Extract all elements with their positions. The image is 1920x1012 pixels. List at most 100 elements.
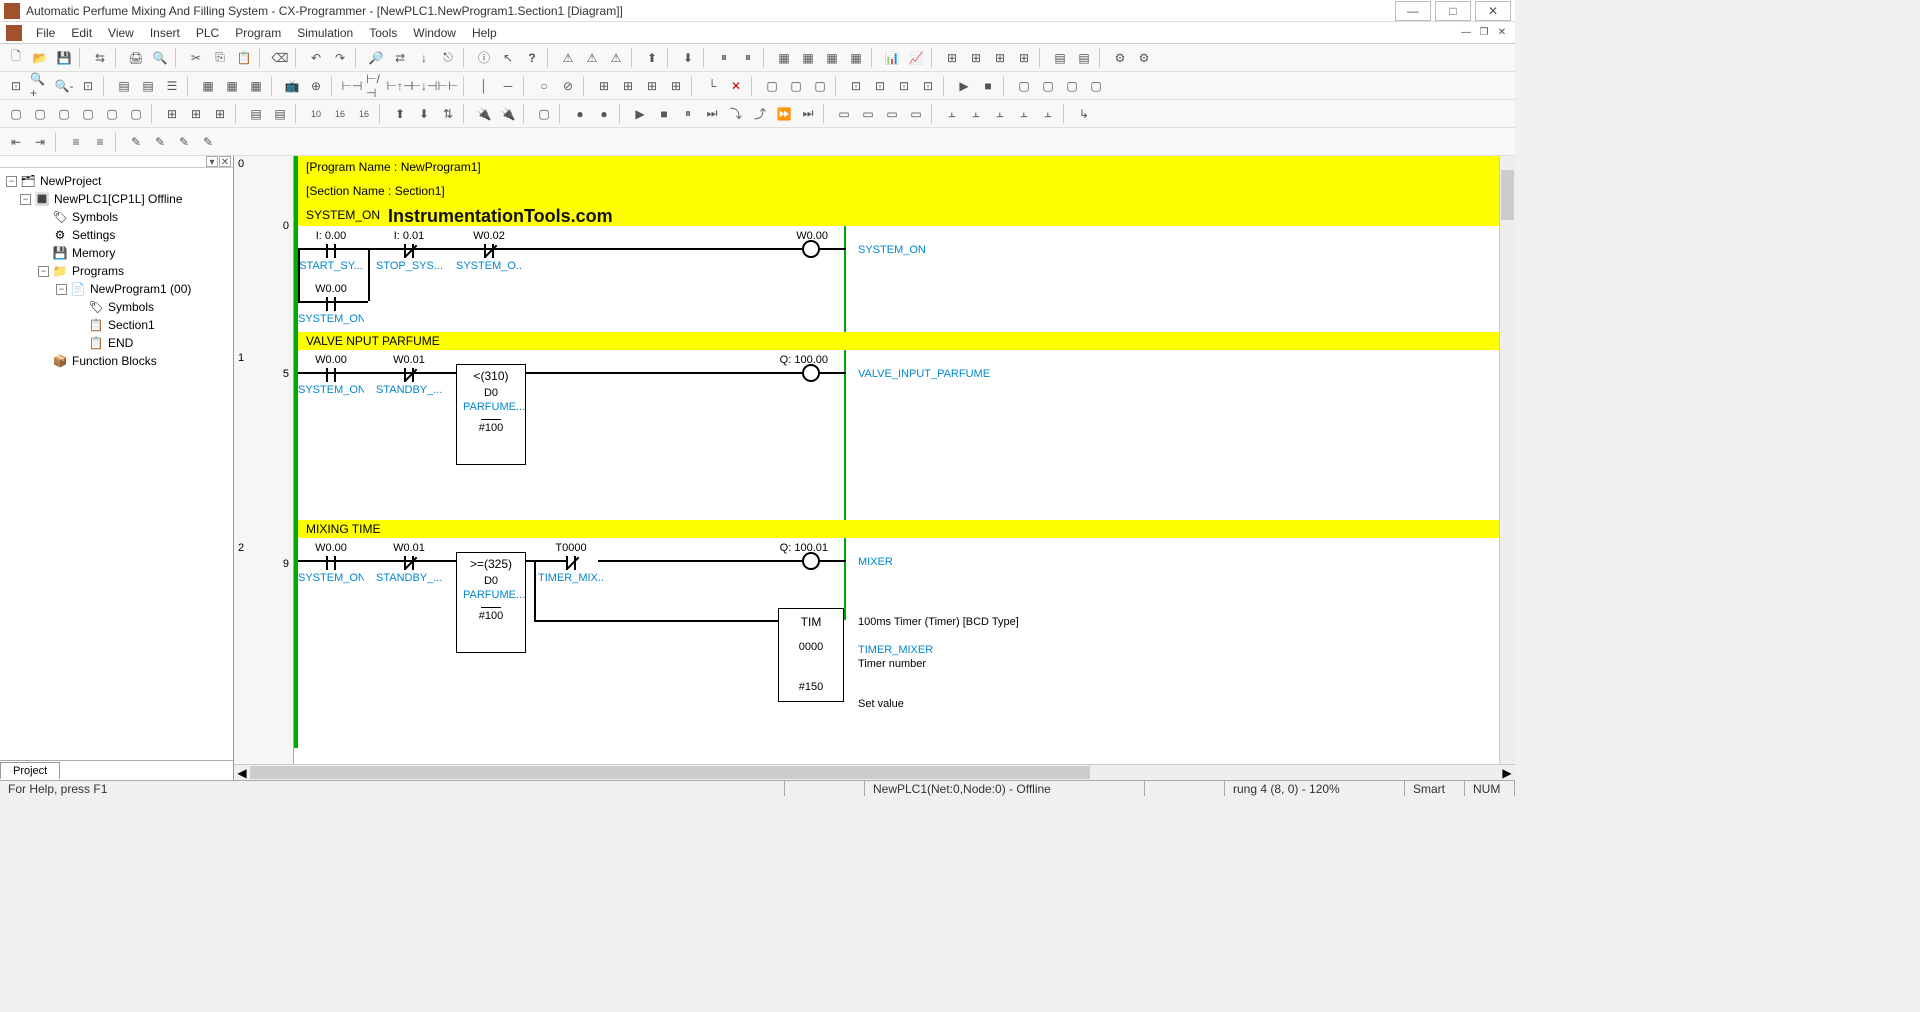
maximize-button[interactable]: □: [1435, 1, 1471, 21]
tool-d-icon[interactable]: ▢: [1085, 75, 1107, 97]
view1-icon[interactable]: ▤: [113, 75, 135, 97]
sec1-icon[interactable]: ⊞: [161, 103, 183, 125]
menu-simulation[interactable]: Simulation: [289, 24, 361, 42]
win4-icon[interactable]: ▢: [77, 103, 99, 125]
menu-file[interactable]: File: [28, 24, 63, 42]
online1-icon[interactable]: 🔌: [473, 103, 495, 125]
tab-project[interactable]: Project: [0, 762, 60, 779]
indent-right-icon[interactable]: ⇥: [29, 131, 51, 153]
undo-icon[interactable]: ↶: [305, 47, 327, 69]
vscroll-thumb[interactable]: [1501, 170, 1514, 220]
warn2-icon[interactable]: ⚠: [581, 47, 603, 69]
net1-icon[interactable]: ⊞: [941, 47, 963, 69]
coil-icon[interactable]: ○: [533, 75, 555, 97]
ff-icon[interactable]: ⏩: [773, 103, 795, 125]
fb3-icon[interactable]: ▢: [809, 75, 831, 97]
download-icon[interactable]: ⬇: [677, 47, 699, 69]
tree-program1[interactable]: −📄 NewProgram1 (00): [2, 280, 231, 298]
delete-line-icon[interactable]: ✕: [725, 75, 747, 97]
func3-icon[interactable]: ⊞: [641, 75, 663, 97]
hscroll-right-icon[interactable]: ▶: [1499, 765, 1515, 780]
timer-block[interactable]: TIM 0000 #150: [778, 608, 844, 702]
net2-icon[interactable]: ⊞: [965, 47, 987, 69]
win2-icon[interactable]: ▢: [29, 103, 51, 125]
func2-icon[interactable]: ⊞: [617, 75, 639, 97]
contact-p-icon[interactable]: ⊢↑⊣: [389, 75, 411, 97]
force3-icon[interactable]: ▭: [881, 103, 903, 125]
tool-a-icon[interactable]: ▢: [1013, 75, 1035, 97]
align3-icon[interactable]: ⫠: [989, 103, 1011, 125]
indent-left-icon[interactable]: ⇤: [5, 131, 27, 153]
menu-insert[interactable]: Insert: [142, 24, 188, 42]
sec3-icon[interactable]: ⊞: [209, 103, 231, 125]
tree-symbols[interactable]: 🏷 Symbols: [2, 208, 231, 226]
tree-programs[interactable]: −📁 Programs: [2, 262, 231, 280]
net4-icon[interactable]: ⊞: [1013, 47, 1035, 69]
compare-gte-block[interactable]: >=(325) D0 PARFUME... #100: [456, 552, 526, 653]
addr2-icon[interactable]: ⊡: [869, 75, 891, 97]
warn3-icon[interactable]: ⚠: [605, 47, 627, 69]
cut-icon[interactable]: ✂: [185, 47, 207, 69]
copy-icon[interactable]: ⎘: [209, 47, 231, 69]
save-icon[interactable]: 💾: [53, 47, 75, 69]
sim2-icon[interactable]: ⚙: [1133, 47, 1155, 69]
align5-icon[interactable]: ⫠: [1037, 103, 1059, 125]
hscroll-left-icon[interactable]: ◀: [234, 765, 250, 780]
contact-systemon-latch[interactable]: W0.00 SYSTEM_ON: [298, 283, 364, 325]
brush4-icon[interactable]: ✎: [197, 131, 219, 153]
addr3-icon[interactable]: ⊡: [893, 75, 915, 97]
vline-icon[interactable]: │: [473, 75, 495, 97]
vertical-scrollbar[interactable]: [1499, 156, 1515, 764]
brush3-icon[interactable]: ✎: [173, 131, 195, 153]
r1-contact-standby[interactable]: W0.01 STANDBY_...: [376, 354, 442, 396]
menu-window[interactable]: Window: [405, 24, 464, 42]
force2-icon[interactable]: ▭: [857, 103, 879, 125]
sec2-icon[interactable]: ⊞: [185, 103, 207, 125]
panel-dock-icon[interactable]: ▾: [206, 156, 218, 167]
zoomin-icon[interactable]: 🔍+: [29, 75, 51, 97]
minimize-button[interactable]: —: [1395, 1, 1431, 21]
bp2-icon[interactable]: ●: [593, 103, 615, 125]
panel-close-icon[interactable]: ✕: [219, 156, 231, 167]
find-icon[interactable]: 🔎: [365, 47, 387, 69]
grid1-icon[interactable]: ▦: [773, 47, 795, 69]
replace-icon[interactable]: ⇄: [389, 47, 411, 69]
func4-icon[interactable]: ⊞: [665, 75, 687, 97]
mdi-close-icon[interactable]: ✕: [1495, 26, 1509, 40]
align-left-icon[interactable]: ≡: [65, 131, 87, 153]
cursor-icon[interactable]: ⊕: [305, 75, 327, 97]
contact-or-icon[interactable]: ⊢⊢: [437, 75, 459, 97]
view4-icon[interactable]: ▦: [197, 75, 219, 97]
diagram-content[interactable]: 0 0 1 5 2 9 [Program Name : NewProgram1]…: [234, 156, 1515, 764]
table2-icon[interactable]: ▤: [1073, 47, 1095, 69]
tree-section1[interactable]: 📋 Section1: [2, 316, 231, 334]
win6-icon[interactable]: ▢: [125, 103, 147, 125]
pause-icon[interactable]: ⏸: [677, 103, 699, 125]
goto-icon[interactable]: ⎋: [437, 47, 459, 69]
rung-1[interactable]: W0.00 SYSTEM_ON W0.01 STANDBY_... <(310)…: [294, 350, 1499, 520]
tool-c-icon[interactable]: ▢: [1061, 75, 1083, 97]
sim1-icon[interactable]: ⚙: [1109, 47, 1131, 69]
mdi-restore-icon[interactable]: ❐: [1477, 26, 1491, 40]
brush1-icon[interactable]: ✎: [125, 131, 147, 153]
compare-icon[interactable]: ⇆: [89, 47, 111, 69]
num10-icon[interactable]: 10: [305, 103, 327, 125]
num16-icon[interactable]: 16: [329, 103, 351, 125]
r2-contact-systemon[interactable]: W0.00 SYSTEM_ON: [298, 542, 364, 584]
sim-start-icon[interactable]: ▶: [953, 75, 975, 97]
coil-nc-icon[interactable]: ⊘: [557, 75, 579, 97]
monitor-icon[interactable]: 📺: [281, 75, 303, 97]
win5-icon[interactable]: ▢: [101, 103, 123, 125]
view2-icon[interactable]: ▤: [137, 75, 159, 97]
align2-icon[interactable]: ⫠: [965, 103, 987, 125]
chart1-icon[interactable]: 📊: [881, 47, 903, 69]
net3-icon[interactable]: ⊞: [989, 47, 1011, 69]
zoomfit-icon[interactable]: ⊡: [5, 75, 27, 97]
contact-no-icon[interactable]: ⊢⊣: [341, 75, 363, 97]
updown-icon[interactable]: ⇅: [437, 103, 459, 125]
close-button[interactable]: ✕: [1475, 1, 1511, 21]
pause1-icon[interactable]: ⏸: [713, 47, 735, 69]
transfer-icon[interactable]: ⬆: [641, 47, 663, 69]
tree-settings[interactable]: ⚙ Settings: [2, 226, 231, 244]
hline-icon[interactable]: ─: [497, 75, 519, 97]
